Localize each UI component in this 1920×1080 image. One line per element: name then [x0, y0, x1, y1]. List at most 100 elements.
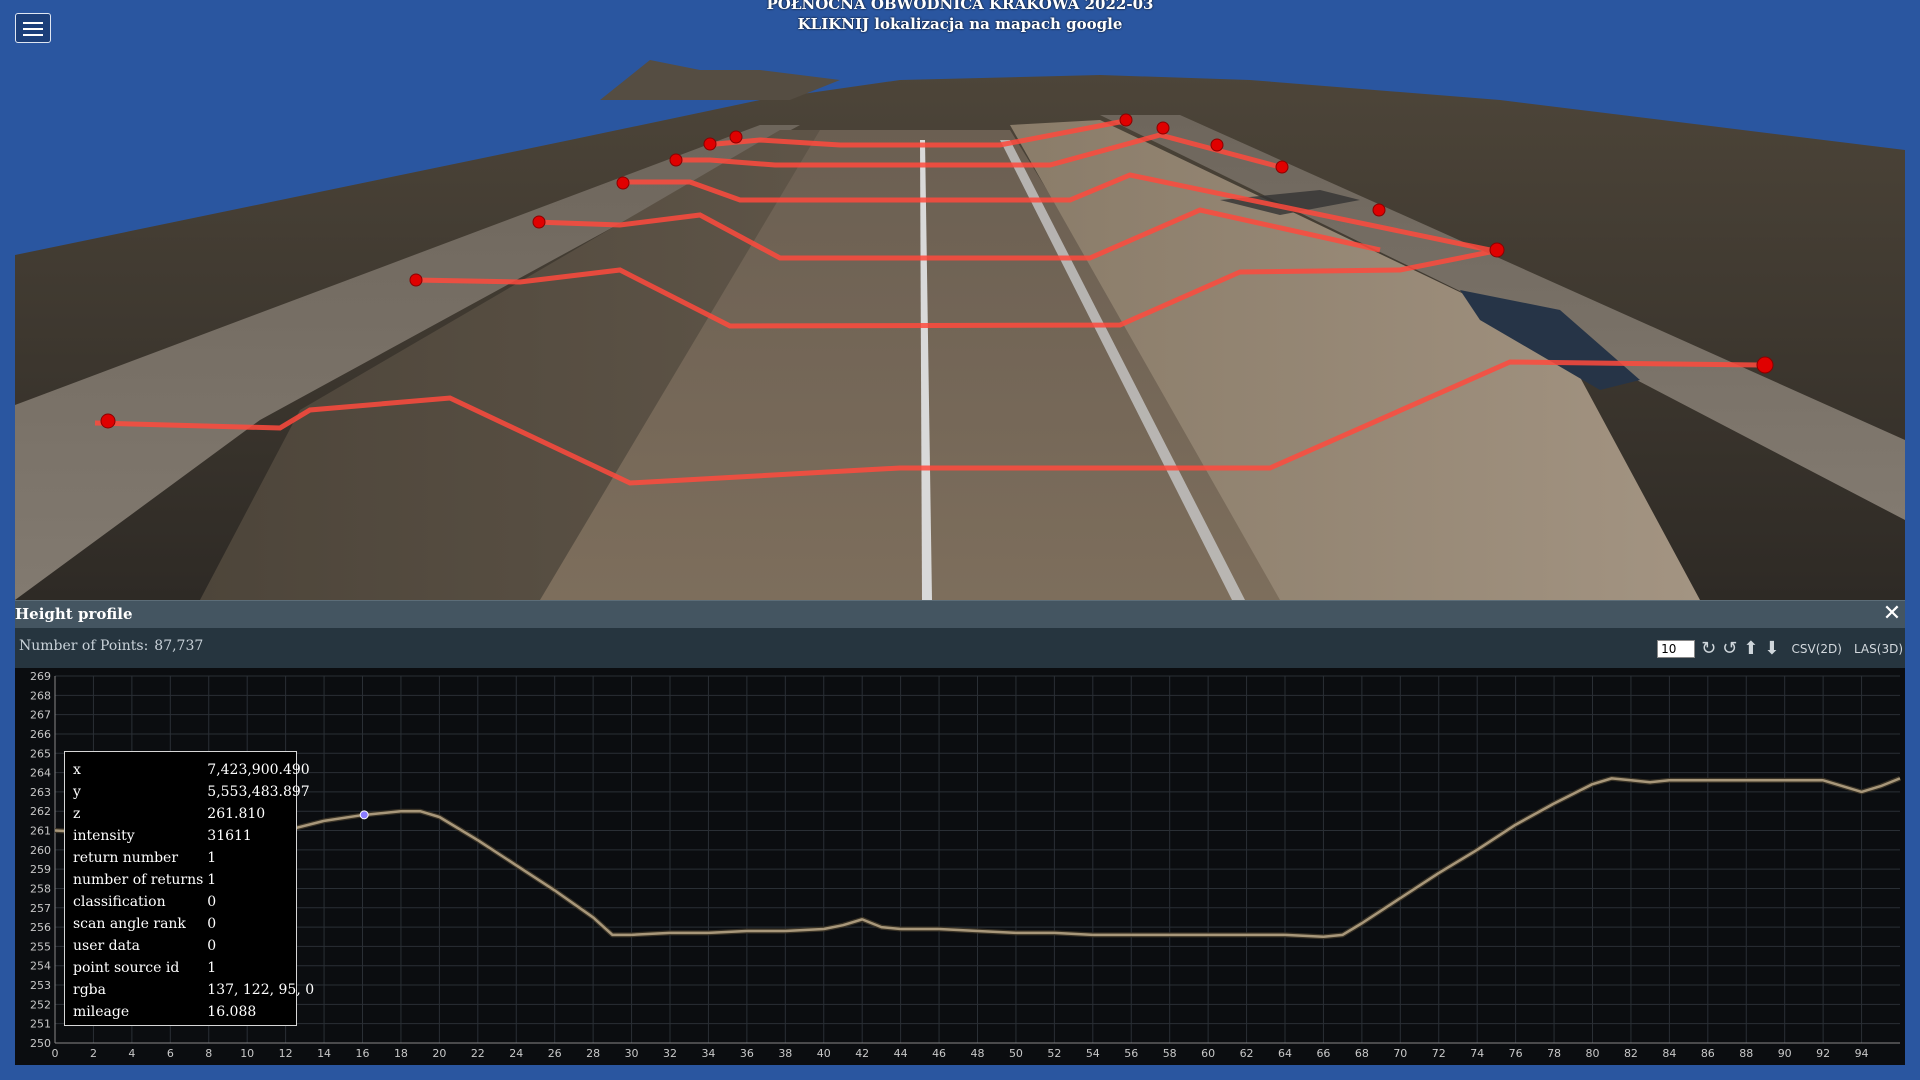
google-maps-link[interactable]: KLIKNIJ lokalizacja na mapach google	[0, 14, 1920, 34]
y-tick-label: 254	[30, 960, 51, 973]
x-tick-label: 74	[1470, 1047, 1484, 1060]
selected-point-marker	[359, 810, 369, 820]
project-title-line1: PÓŁNOCNA OBWODNICA KRAKOWA 2022-03	[766, 0, 1154, 13]
x-tick-label: 64	[1278, 1047, 1292, 1060]
x-tick-label: 22	[471, 1047, 485, 1060]
profile-header: Height profile ✕	[15, 600, 1905, 628]
info-row: user data 0	[71, 935, 316, 957]
x-tick-label: 6	[167, 1047, 174, 1060]
x-tick-label: 88	[1739, 1047, 1753, 1060]
info-key: return number	[73, 850, 179, 866]
project-title[interactable]: PÓŁNOCNA OBWODNICA KRAKOWA 2022-03 KLIKN…	[0, 0, 1920, 34]
x-tick-label: 14	[317, 1047, 331, 1060]
info-row: return number 1	[71, 847, 316, 869]
x-tick-label: 48	[971, 1047, 985, 1060]
profile-plot-area[interactable]: 250 251 252 253 254 255 256 257 258 259 260 261 262 2…	[15, 668, 1905, 1065]
x-tick-label: 26	[548, 1047, 562, 1060]
x-tick-label: 72	[1432, 1047, 1446, 1060]
info-row: point source id 1	[71, 957, 316, 979]
info-key: number of returns	[73, 872, 204, 888]
point-info-box: x 7,423,900.490 y 5,553,483.897 z 261.810 inte…	[64, 751, 314, 1026]
x-tick-label: 60	[1201, 1047, 1215, 1060]
y-tick-label: 260	[30, 844, 51, 857]
x-tick-label: 62	[1240, 1047, 1254, 1060]
info-key: classification	[73, 894, 166, 910]
x-tick-label: 20	[432, 1047, 446, 1060]
x-tick-label: 46	[932, 1047, 946, 1060]
info-value: 16.088	[207, 1004, 257, 1020]
x-tick-label: 2	[90, 1047, 97, 1060]
info-row: mileage 16.088	[71, 1001, 316, 1023]
horizon-vegetation	[600, 60, 840, 100]
x-tick-label: 84	[1662, 1047, 1676, 1060]
arrow-down-icon[interactable]: ⬇	[1764, 639, 1779, 659]
export-csv-button[interactable]: CSV(2D)	[1792, 642, 1842, 656]
profile-toolbar: Number of Points: 87,737 ↻ ↺ ⬆ ⬇ CSV(2D) …	[15, 628, 1905, 668]
info-key: user data	[73, 938, 140, 954]
x-tick-label: 36	[740, 1047, 754, 1060]
info-value: 0	[207, 916, 217, 932]
y-tick-label: 261	[30, 825, 51, 838]
export-las-button[interactable]: LAS(3D)	[1854, 642, 1903, 656]
x-tick-label: 18	[394, 1047, 408, 1060]
info-key: mileage	[73, 1004, 130, 1020]
x-tick-label: 86	[1701, 1047, 1715, 1060]
x-tick-label: 8	[205, 1047, 212, 1060]
x-tick-label: 42	[855, 1047, 869, 1060]
info-value: 1	[207, 872, 217, 888]
rotate-counterclockwise-icon[interactable]: ↺	[1722, 639, 1737, 659]
x-tick-label: 34	[701, 1047, 715, 1060]
rotate-clockwise-icon[interactable]: ↻	[1701, 639, 1716, 659]
y-tick-label: 263	[30, 786, 51, 799]
info-key: point source id	[73, 960, 180, 976]
x-tick-label: 12	[279, 1047, 293, 1060]
info-value: 137, 122, 95, 0	[207, 982, 315, 998]
point-info-table: x 7,423,900.490 y 5,553,483.897 z 261.810 inte…	[71, 759, 316, 1023]
points-count-value: 87,737	[154, 638, 204, 654]
x-tick-label: 70	[1393, 1047, 1407, 1060]
y-tick-label: 257	[30, 902, 51, 915]
point-cloud-scene[interactable]	[0, 0, 1920, 600]
info-row: classification 0	[71, 891, 316, 913]
info-value: 261.810	[207, 806, 266, 822]
y-tick-label: 268	[30, 689, 51, 702]
info-value: 0	[207, 894, 217, 910]
points-count: Number of Points: 87,737	[19, 638, 203, 654]
x-tick-label: 40	[817, 1047, 831, 1060]
x-tick-label: 76	[1509, 1047, 1523, 1060]
info-row: rgba 137, 122, 95, 0	[71, 979, 316, 1001]
x-tick-label: 80	[1586, 1047, 1600, 1060]
x-tick-label: 24	[509, 1047, 523, 1060]
x-tick-label: 68	[1355, 1047, 1369, 1060]
arrow-up-icon[interactable]: ⬆	[1743, 639, 1758, 659]
info-key: x	[73, 762, 81, 778]
y-tick-label: 259	[30, 863, 51, 876]
y-tick-label: 251	[30, 1018, 51, 1031]
x-tick-label: 52	[1047, 1047, 1061, 1060]
x-tick-label: 92	[1816, 1047, 1830, 1060]
x-tick-label: 78	[1547, 1047, 1561, 1060]
x-tick-label: 4	[128, 1047, 135, 1060]
info-value: 1	[207, 960, 217, 976]
info-key: rgba	[73, 982, 106, 998]
info-row: scan angle rank 0	[71, 913, 316, 935]
x-tick-label: 94	[1855, 1047, 1869, 1060]
info-value: 31611	[207, 828, 252, 844]
y-tick-label: 264	[30, 767, 51, 780]
close-icon[interactable]: ✕	[1881, 603, 1903, 625]
x-tick-label: 44	[894, 1047, 908, 1060]
x-tick-label: 66	[1316, 1047, 1330, 1060]
point-cloud-viewport[interactable]: PÓŁNOCNA OBWODNICA KRAKOWA 2022-03 KLIKN…	[0, 0, 1920, 600]
profile-tools: ↻ ↺ ⬆ ⬇ CSV(2D) LAS(3D)	[1657, 638, 1903, 660]
y-tick-label: 262	[30, 805, 51, 818]
x-tick-label: 16	[356, 1047, 370, 1060]
x-tick-label: 30	[625, 1047, 639, 1060]
profile-title: Height profile	[15, 605, 133, 623]
info-row: intensity 31611	[71, 825, 316, 847]
profile-width-input[interactable]	[1657, 640, 1696, 658]
y-tick-label: 267	[30, 709, 51, 722]
menu-button[interactable]	[15, 13, 51, 43]
y-tick-label: 253	[30, 979, 51, 992]
x-tick-label: 90	[1778, 1047, 1792, 1060]
y-tick-label: 269	[30, 670, 51, 683]
